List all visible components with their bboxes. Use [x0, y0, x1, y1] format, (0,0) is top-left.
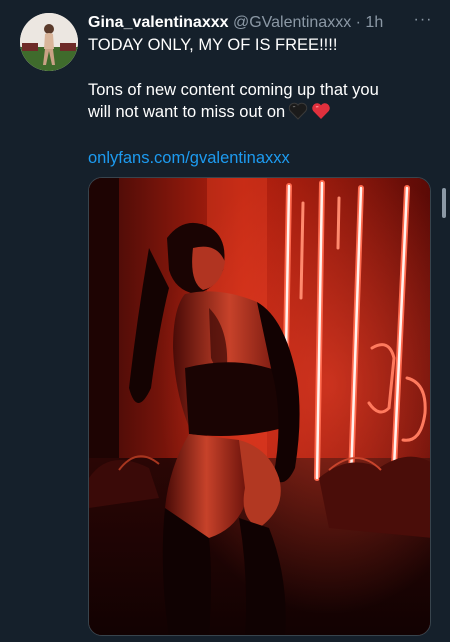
avatar[interactable] — [20, 13, 78, 71]
tweet-text-line-3: will not want to miss out on — [88, 100, 428, 127]
tweet-text-line-2: Tons of new content coming up that you — [88, 81, 379, 99]
tweet-text-line-1: TODAY ONLY, MY OF IS FREE!!!! — [88, 36, 338, 54]
media-image[interactable] — [88, 177, 431, 636]
tweet-header: Gina_valentinaxxx @GValentinaxxx · 1h — [88, 12, 428, 34]
user-handle[interactable]: @GValentinaxxx — [233, 14, 351, 31]
black-heart-icon — [288, 102, 308, 127]
scrollbar[interactable] — [442, 188, 446, 218]
red-heart-icon — [311, 102, 331, 127]
external-link[interactable]: onlyfans.com/gvalentinaxxx — [88, 146, 290, 170]
media-photo — [89, 178, 430, 635]
tweet[interactable]: Gina_valentinaxxx @GValentinaxxx · 1h ··… — [0, 0, 450, 642]
avatar-image — [20, 13, 78, 71]
more-options-icon[interactable]: ··· — [411, 12, 435, 32]
separator-dot: · — [355, 14, 361, 31]
tweet-text-line-3-text: will not want to miss out on — [88, 103, 286, 121]
timestamp[interactable]: 1h — [365, 14, 383, 31]
display-name[interactable]: Gina_valentinaxxx — [88, 14, 229, 31]
